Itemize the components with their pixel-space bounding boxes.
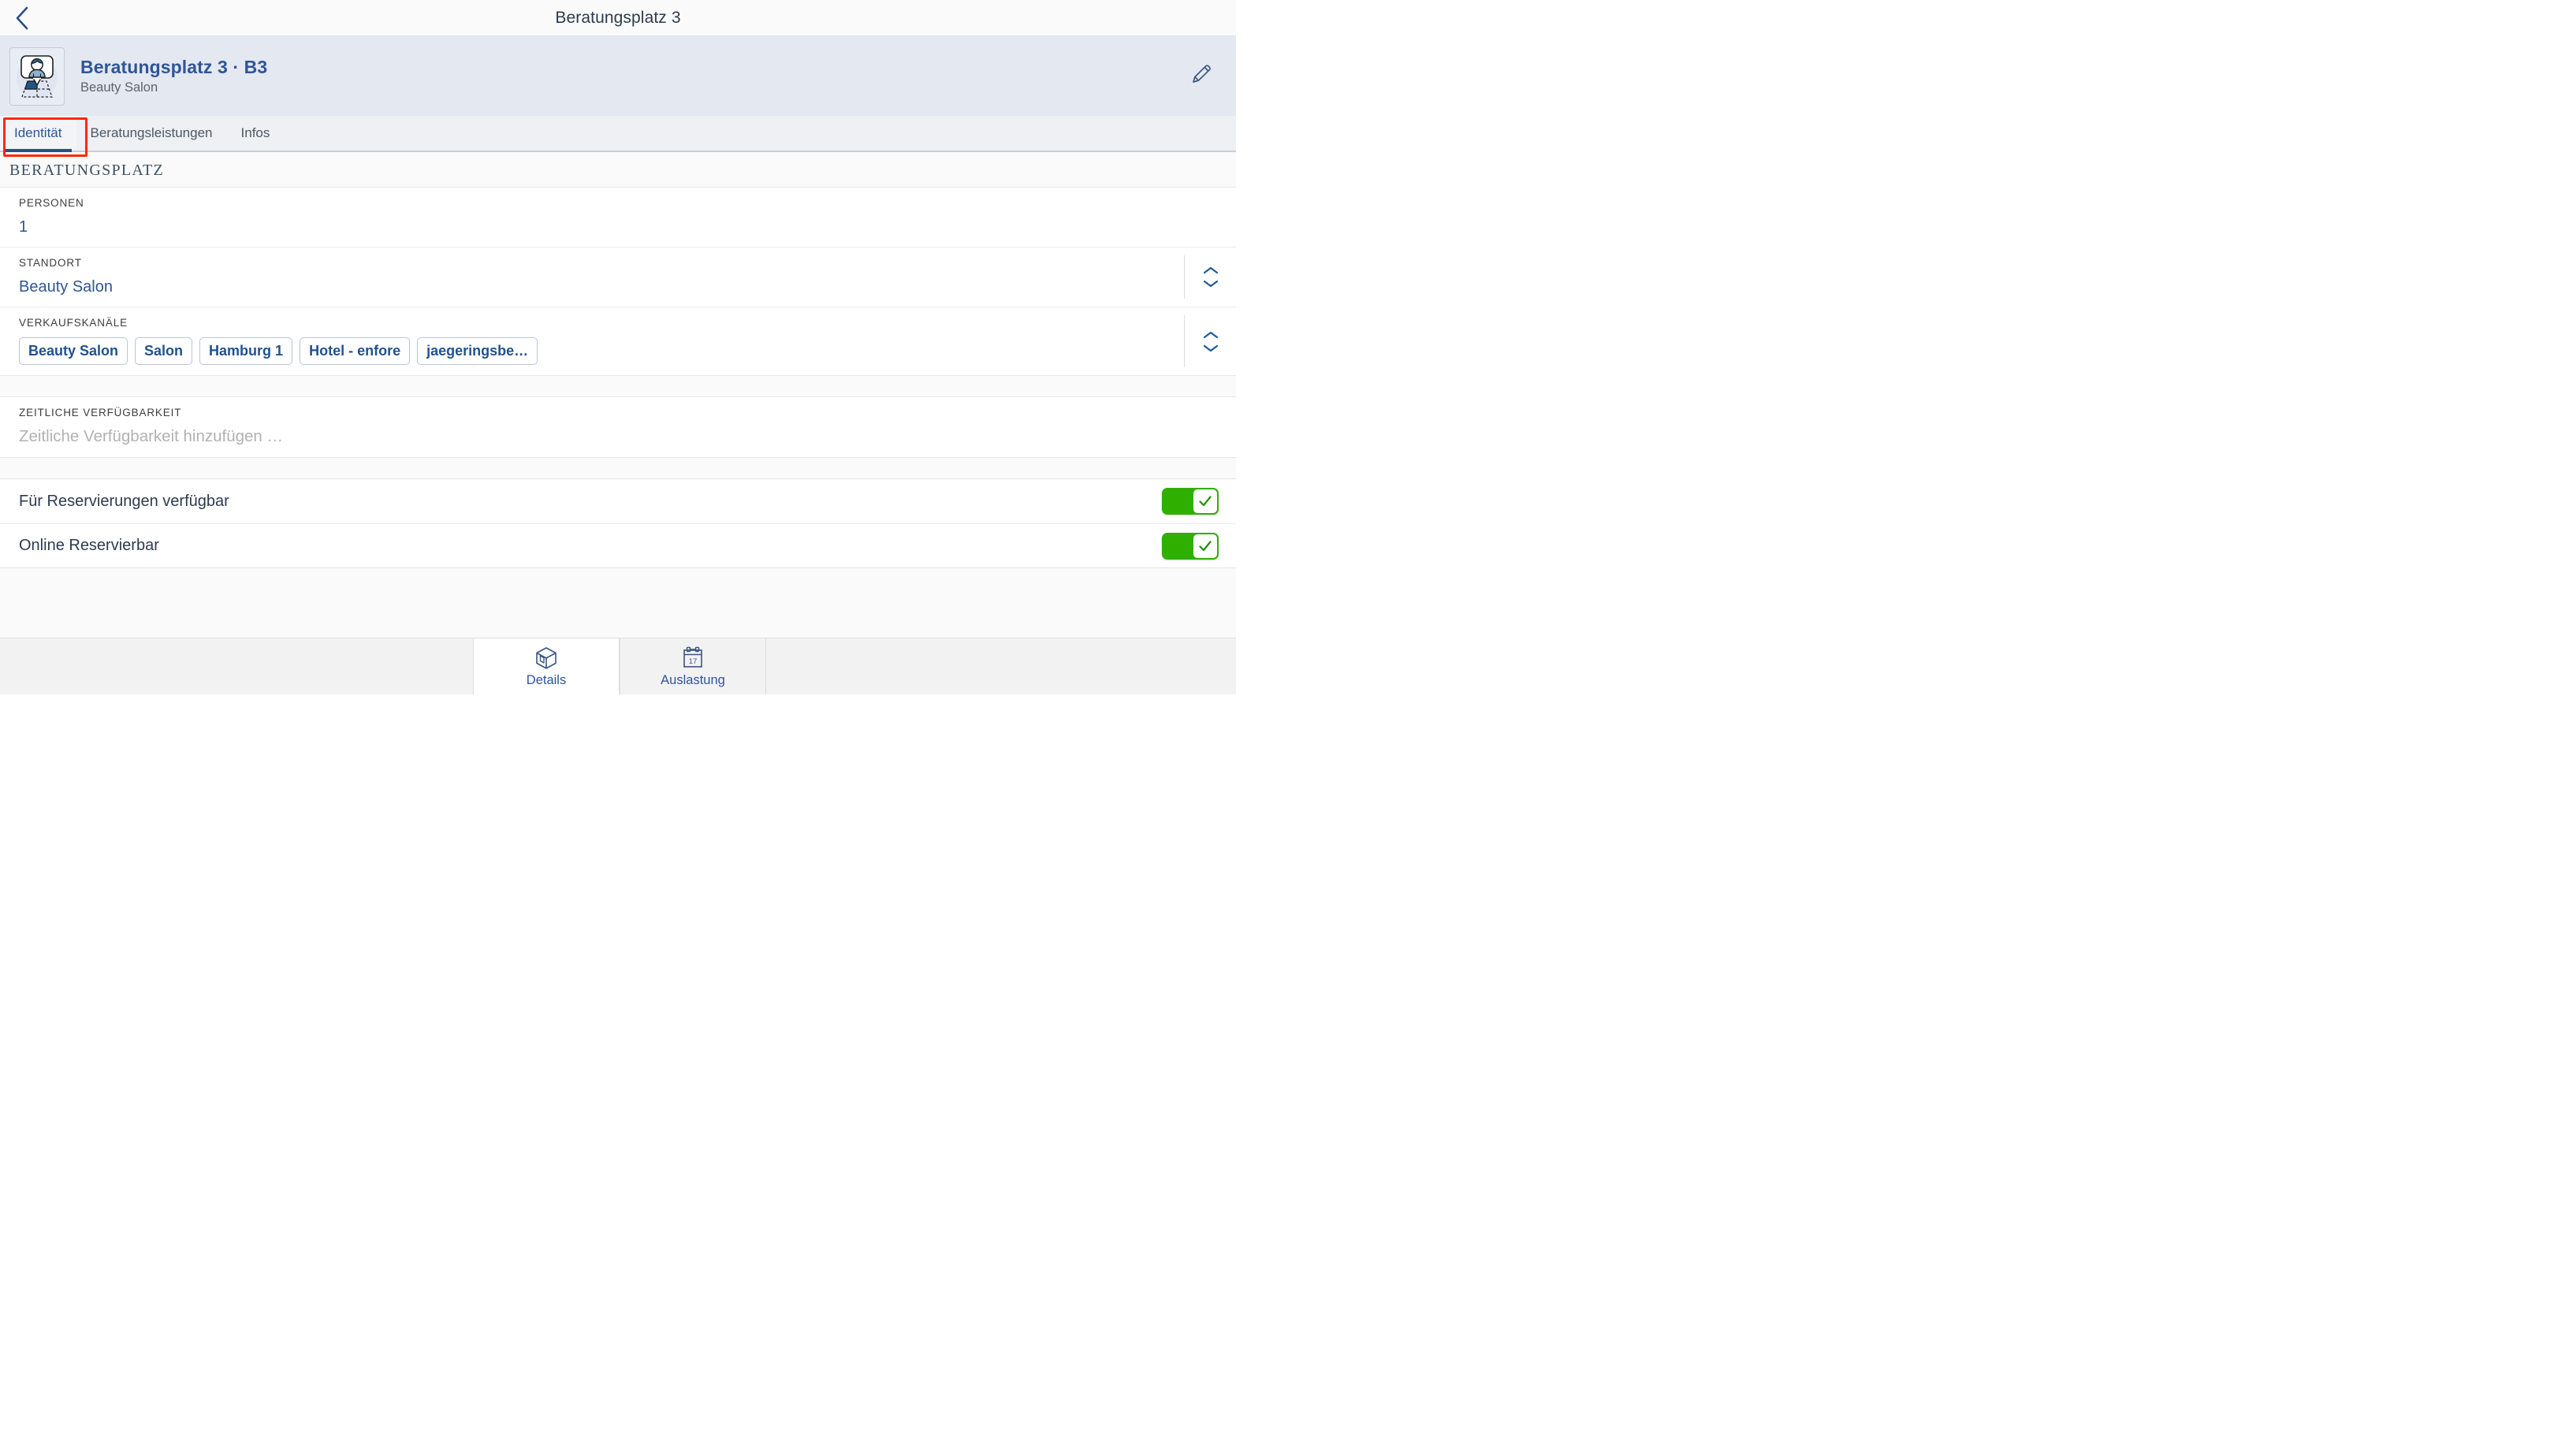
tab-identitaet-label: Identität bbox=[14, 125, 62, 140]
tab-infos-label: Infos bbox=[240, 125, 270, 140]
field-standort[interactable]: STANDORT Beauty Salon bbox=[0, 247, 1236, 307]
tab-beratungsleistungen[interactable]: Beratungsleistungen bbox=[76, 116, 227, 151]
field-verkaufskanaele-stepper[interactable] bbox=[1184, 315, 1236, 368]
entity-subtitle: Beauty Salon bbox=[80, 80, 158, 95]
identity-card: PERSONEN 1 STANDORT Beauty Salon VERKAUF… bbox=[0, 187, 1236, 377]
bottom-tab-auslastung[interactable]: 17 Auslastung bbox=[620, 638, 766, 694]
toggle-switch-online-reservierbar[interactable] bbox=[1162, 532, 1219, 560]
chip-item[interactable]: Hamburg 1 bbox=[199, 337, 293, 366]
bottom-navigation: Details 17 Auslastung bbox=[0, 638, 1236, 694]
bottom-tab-auslastung-label: Auslastung bbox=[661, 673, 725, 688]
bottom-tab-details-label: Details bbox=[526, 673, 567, 688]
field-zeitliche-verfuegbarkeit-placeholder: Zeitliche Verfügbarkeit hinzufügen … bbox=[19, 427, 284, 446]
field-standort-stepper[interactable] bbox=[1184, 255, 1236, 299]
toggle-label-reservierungen: Für Reservierungen verfügbar bbox=[19, 492, 229, 510]
toggle-row-online-reservierbar[interactable]: Online Reservierbar bbox=[0, 523, 1236, 568]
edit-button[interactable] bbox=[1184, 59, 1219, 94]
check-icon bbox=[1193, 534, 1217, 558]
toggles-gap bbox=[0, 458, 1236, 479]
page-title: Beratungsplatz 3 bbox=[555, 8, 681, 27]
calendar-icon: 17 bbox=[681, 645, 705, 671]
entity-title: Beratungsplatz 3 · B3 bbox=[80, 57, 268, 78]
field-standort-label: STANDORT bbox=[19, 257, 82, 270]
svg-text:17: 17 bbox=[689, 657, 698, 666]
toggles-card: Für Reservierungen verfügbar Online Rese… bbox=[0, 478, 1236, 569]
chip-item[interactable]: Beauty Salon bbox=[19, 337, 128, 366]
bottom-nav-spacer bbox=[0, 638, 473, 694]
back-button[interactable] bbox=[0, 0, 44, 36]
toggle-row-reservierungen[interactable]: Für Reservierungen verfügbar bbox=[0, 479, 1236, 524]
field-personen-main: PERSONEN 1 bbox=[0, 188, 1236, 247]
tab-beratungsleistungen-label: Beratungsleistungen bbox=[90, 125, 213, 140]
tab-identitaet[interactable]: Identität bbox=[0, 116, 76, 152]
check-icon bbox=[1193, 489, 1217, 514]
chip-item[interactable]: Salon bbox=[135, 337, 193, 366]
content-area: BERATUNGSPLATZ PERSONEN 1 STANDORT Beaut… bbox=[0, 152, 1236, 638]
entity-header: Beratungsplatz 3 · B3 Beauty Salon bbox=[0, 36, 1236, 116]
field-personen-value: 1 bbox=[19, 218, 28, 236]
section-gap bbox=[0, 376, 1236, 397]
chevron-up-down-icon bbox=[1202, 266, 1219, 288]
field-zeitliche-verfuegbarkeit-label: ZEITLICHE VERFÜGBARKEIT bbox=[19, 407, 182, 419]
app-root: Beratungsplatz 3 Beratungsplatz 3 · B3 B… bbox=[0, 0, 1236, 694]
bottom-tab-details[interactable]: Details bbox=[473, 638, 620, 694]
chip-item[interactable]: jaegeringsbe… bbox=[417, 337, 538, 366]
titlebar: Beratungsplatz 3 bbox=[0, 0, 1236, 36]
field-verkaufskanaele-label: VERKAUFSKANÄLE bbox=[19, 317, 128, 329]
tabstrip: Identität Beratungsleistungen Infos bbox=[0, 116, 1236, 157]
pencil-icon bbox=[1189, 62, 1213, 90]
field-verkaufskanaele-main: VERKAUFSKANÄLE Beauty Salon Salon Hambur… bbox=[0, 307, 1184, 375]
toggle-label-online-reservierbar: Online Reservierbar bbox=[19, 537, 159, 555]
toggle-switch-reservierungen[interactable] bbox=[1162, 488, 1219, 515]
chevron-up-down-icon bbox=[1202, 330, 1219, 353]
entity-thumbnail[interactable] bbox=[9, 46, 65, 106]
chip-item[interactable]: Hotel - enfore bbox=[300, 337, 411, 366]
availability-card: ZEITLICHE VERFÜGBARKEIT Zeitliche Verfüg… bbox=[0, 396, 1236, 459]
field-personen[interactable]: PERSONEN 1 bbox=[0, 188, 1236, 247]
field-zeitliche-verfuegbarkeit[interactable]: ZEITLICHE VERFÜGBARKEIT Zeitliche Verfüg… bbox=[0, 397, 1236, 458]
chevron-left-icon bbox=[14, 6, 30, 31]
field-zeitliche-verfuegbarkeit-main: ZEITLICHE VERFÜGBARKEIT Zeitliche Verfüg… bbox=[0, 397, 1236, 457]
verkaufskanaele-chip-list: Beauty Salon Salon Hamburg 1 Hotel - enf… bbox=[19, 337, 1184, 366]
tab-infos[interactable]: Infos bbox=[227, 116, 285, 151]
field-verkaufskanaele[interactable]: VERKAUFSKANÄLE Beauty Salon Salon Hambur… bbox=[0, 307, 1236, 376]
field-standort-value: Beauty Salon bbox=[19, 278, 113, 296]
field-personen-label: PERSONEN bbox=[19, 197, 84, 209]
entity-text-block: Beratungsplatz 3 · B3 Beauty Salon bbox=[80, 57, 267, 95]
section-heading: BERATUNGSPLATZ bbox=[0, 152, 1236, 187]
box-3d-icon bbox=[534, 645, 559, 671]
field-standort-main: STANDORT Beauty Salon bbox=[0, 247, 1184, 307]
